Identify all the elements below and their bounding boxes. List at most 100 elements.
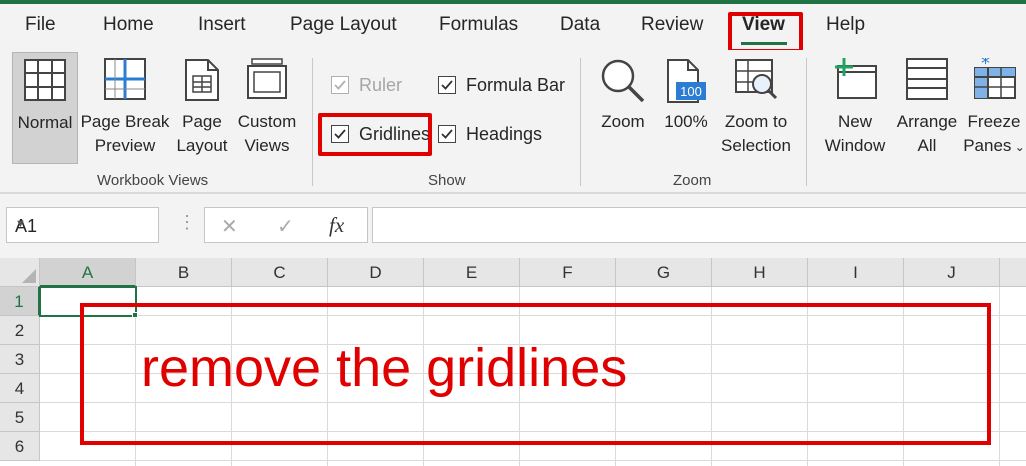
zoom-100-icon: 100 (667, 59, 706, 103)
headings-label: Headings (466, 123, 543, 144)
freeze-panes-button[interactable]: * Freeze Panes ⌄ (962, 52, 1026, 164)
grid-row-line (40, 460, 1026, 461)
new-window-line2: Window (824, 136, 886, 155)
view-tab-highlight (728, 12, 803, 53)
tab-data[interactable]: Data (560, 14, 600, 36)
custom-views-button[interactable]: Custom Views (234, 52, 300, 164)
formula-bar-checkbox[interactable]: Formula Bar (438, 72, 565, 98)
zoom-button[interactable]: Zoom (594, 52, 652, 164)
row-header-4[interactable]: 4 (0, 374, 40, 403)
column-header-j[interactable]: J (904, 258, 1000, 287)
ruler-label: Ruler (359, 74, 403, 95)
tab-insert[interactable]: Insert (198, 14, 246, 36)
zoom-to-selection-line2: Selection (721, 136, 791, 155)
page-break-preview-button[interactable]: Page Break Preview (80, 52, 170, 164)
arrange-all-label: Arrange All (892, 110, 962, 158)
custom-views-label: Custom Views (234, 110, 300, 158)
row-header-6[interactable]: 6 (0, 432, 40, 461)
column-header-e[interactable]: E (424, 258, 520, 287)
zoom-to-selection-button[interactable]: Zoom to Selection (716, 52, 796, 164)
zoom-group-label: Zoom (673, 172, 712, 189)
name-box[interactable]: A1 ▼ (6, 207, 159, 243)
headings-check-icon (438, 125, 456, 143)
column-header-b[interactable]: B (136, 258, 232, 287)
zoom-100-button[interactable]: 100 100% (658, 52, 714, 164)
freeze-panes-line2: Panes (963, 136, 1012, 155)
column-header-i[interactable]: I (808, 258, 904, 287)
tab-home[interactable]: Home (103, 14, 154, 36)
column-header-c[interactable]: C (232, 258, 328, 287)
formula-bar-grip-icon[interactable]: ⋮ (178, 212, 196, 233)
ribbon-tab-bar: File Home Insert Page Layout Formulas Da… (0, 4, 1026, 50)
page-break-preview-icon (104, 58, 146, 100)
new-window-icon (835, 58, 877, 99)
formula-buttons: ✕ ✓ fx (204, 207, 368, 243)
grid-column-line (999, 287, 1000, 466)
magnifier-icon (601, 59, 645, 103)
enter-icon[interactable]: ✓ (277, 214, 294, 239)
page-layout-view-button[interactable]: Page Layout (172, 52, 232, 164)
ruler-checkbox[interactable]: Ruler (331, 72, 402, 98)
page-break-line1: Page Break (80, 112, 170, 131)
svg-text:*: * (981, 58, 990, 74)
workbook-views-group-label: Workbook Views (97, 172, 209, 189)
custom-views-icon (247, 58, 287, 99)
page-layout-icon (185, 59, 219, 101)
tab-page-layout[interactable]: Page Layout (290, 14, 397, 36)
select-all-triangle-icon (22, 269, 36, 283)
zoom-to-selection-icon (735, 59, 778, 100)
svg-text:100: 100 (680, 84, 702, 99)
freeze-panes-label: Freeze Panes ⌄ (962, 110, 1026, 159)
page-break-line2: Preview (94, 136, 156, 155)
show-group-label: Show (428, 172, 466, 189)
normal-view-label: Normal (17, 113, 73, 132)
column-header-g[interactable]: G (616, 258, 712, 287)
page-break-preview-label: Page Break Preview (80, 110, 170, 158)
row-header-1[interactable]: 1 (0, 287, 40, 316)
normal-view-button[interactable]: Normal (12, 52, 78, 164)
column-header-h[interactable]: H (712, 258, 808, 287)
tab-help[interactable]: Help (826, 14, 865, 36)
formula-input[interactable] (372, 207, 1026, 243)
zoom-label: Zoom (601, 112, 645, 131)
zoom-to-selection-label: Zoom to Selection (716, 110, 796, 158)
tab-review[interactable]: Review (641, 14, 703, 36)
new-window-label: New Window (818, 110, 892, 158)
arrange-all-icon (906, 58, 948, 100)
zoom-to-selection-line1: Zoom to (724, 112, 788, 131)
group-separator (580, 58, 581, 186)
page-layout-line1: Page (182, 112, 222, 131)
chevron-down-icon[interactable]: ▼ (15, 218, 150, 230)
column-header-d[interactable]: D (328, 258, 424, 287)
headings-checkbox[interactable]: Headings (438, 121, 542, 147)
cancel-icon[interactable]: ✕ (221, 214, 238, 239)
custom-views-line1: Custom (237, 112, 297, 131)
normal-view-icon (24, 59, 66, 101)
tab-file[interactable]: File (25, 14, 56, 36)
tab-formulas[interactable]: Formulas (439, 14, 518, 36)
freeze-panes-icon: * (974, 58, 1016, 99)
arrange-all-line1: Arrange (896, 112, 958, 131)
custom-views-line2: Views (244, 136, 290, 155)
freeze-panes-line1: Freeze (967, 112, 1021, 131)
row-header-5[interactable]: 5 (0, 403, 40, 432)
new-window-button[interactable]: New Window (818, 52, 892, 164)
column-header-f[interactable]: F (520, 258, 616, 287)
page-layout-line2: Layout (176, 136, 228, 155)
page-layout-label: Page Layout (172, 110, 232, 158)
insert-function-icon[interactable]: fx (329, 213, 344, 238)
instruction-callout: remove the gridlines (80, 303, 991, 445)
row-header-2[interactable]: 2 (0, 316, 40, 345)
instruction-text: remove the gridlines (141, 338, 628, 398)
formula-bar-check-icon (438, 76, 456, 94)
ruler-check-icon (331, 76, 349, 94)
column-header-a[interactable]: A (40, 258, 136, 287)
group-separator (312, 58, 313, 186)
arrange-all-button[interactable]: Arrange All (892, 52, 962, 164)
row-header-3[interactable]: 3 (0, 345, 40, 374)
gridlines-highlight (318, 113, 432, 156)
column-header-k[interactable] (1000, 258, 1026, 287)
zoom-100-label: 100% (664, 112, 708, 131)
group-separator (806, 58, 807, 186)
arrange-all-line2: All (917, 136, 937, 155)
